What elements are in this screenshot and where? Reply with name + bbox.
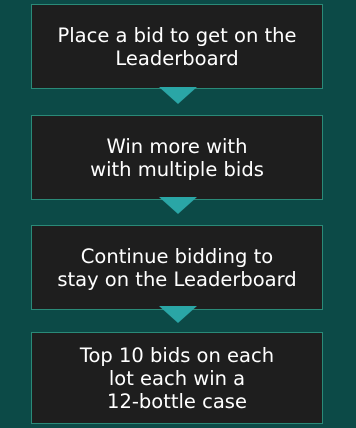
step-box-2: Win more with with multiple bids <box>31 115 323 200</box>
down-arrow-icon <box>159 197 197 214</box>
step-text-3: Continue bidding to stay on the Leaderbo… <box>57 244 297 291</box>
down-arrow-icon <box>159 306 197 323</box>
step-box-4: Top 10 bids on each lot each win a 12-bo… <box>31 332 323 424</box>
step-text-2: Win more with with multiple bids <box>90 134 264 181</box>
step-text-1: Place a bid to get on the Leaderboard <box>57 23 297 70</box>
step-box-1: Place a bid to get on the Leaderboard <box>31 4 323 89</box>
step-box-3: Continue bidding to stay on the Leaderbo… <box>31 225 323 310</box>
step-text-4: Top 10 bids on each lot each win a 12-bo… <box>79 343 275 413</box>
down-arrow-icon <box>159 87 197 104</box>
